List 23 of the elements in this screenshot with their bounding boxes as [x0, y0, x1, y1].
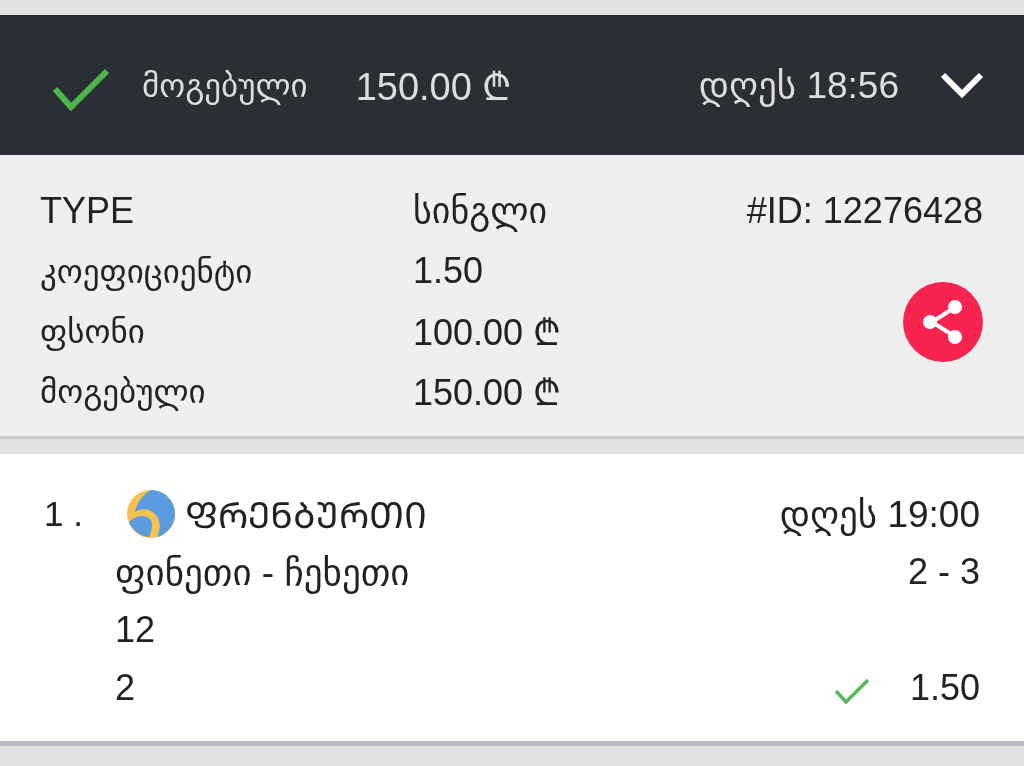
win-amount: 150.00 ₾ [355, 65, 512, 110]
pick-value: 2 [115, 667, 136, 709]
event-teams: ფინეთი - ჩეხეთი [115, 550, 410, 594]
bet-time: დღეს 18:56 [698, 63, 899, 107]
detail-label: კოეფიციენტი [40, 251, 253, 291]
detail-label: TYPE [40, 190, 135, 232]
detail-value: 1.50 [413, 250, 484, 292]
event-time: დღეს 19:00 [779, 492, 980, 536]
event-score: 2 - 3 [907, 551, 980, 593]
detail-label: მოგებული [40, 371, 206, 411]
detail-value: 100.00 ₾ [413, 310, 562, 355]
market-name: 12 [115, 609, 156, 651]
share-icon[interactable] [903, 282, 983, 362]
detail-label: ფსონი [40, 311, 145, 351]
bet-id: #ID: 12276428 [746, 190, 983, 232]
chevron-down-icon[interactable] [939, 71, 985, 99]
event-number: 1 . [44, 494, 84, 534]
detail-value: სინგლი [413, 190, 548, 232]
bet-status: მოგებული [142, 65, 308, 105]
sport-name: ᲤᲠᲔᲜᲑᲣᲠᲗᲘ [185, 493, 427, 538]
event-odds: 1.50 [909, 667, 980, 709]
volleyball-icon [127, 490, 175, 538]
detail-value: 150.00 ₾ [413, 370, 562, 415]
